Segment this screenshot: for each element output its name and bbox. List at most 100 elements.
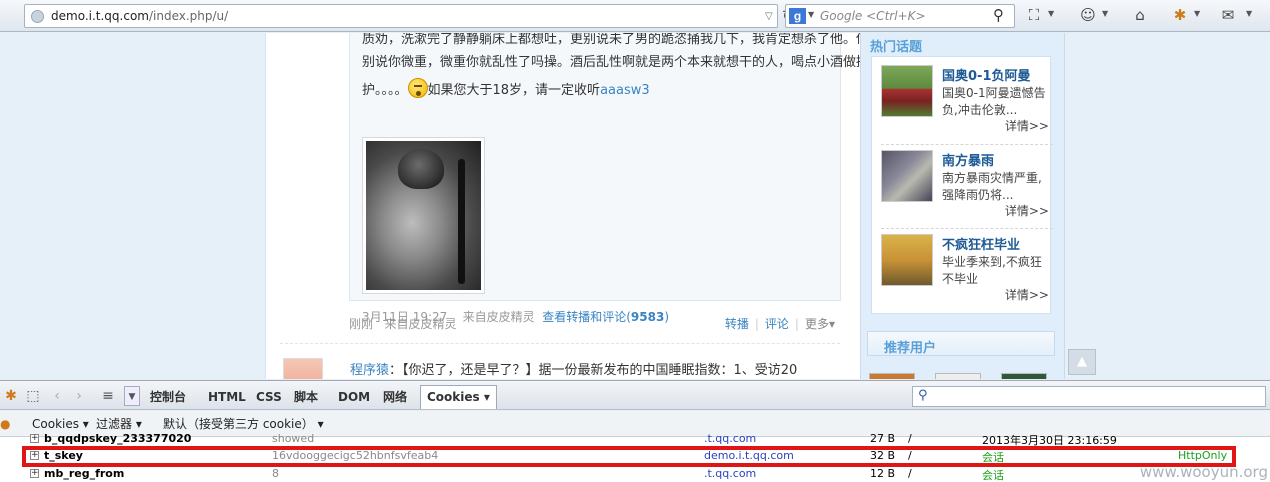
post-image[interactable] (362, 137, 485, 294)
cookie-domain: .t.qq.com (704, 467, 757, 480)
topic-summary: 南方暴雨灾情严重,强降雨仍将... (942, 171, 1042, 202)
table-row[interactable]: + mb_reg_from 8 .t.qq.com 12 B / 会话 (0, 466, 1270, 482)
topic-title[interactable]: 南方暴雨 (942, 150, 994, 169)
post-text-fragment: 护。。。。 (362, 83, 408, 98)
topic-summary: 毕业季来到,不疯狂不毕业 (942, 255, 1042, 286)
url-history-dropdown-icon[interactable]: ▽ (765, 11, 773, 22)
topic-title[interactable]: 不疯狂枉毕业 (942, 234, 1020, 253)
topic-thumbnail[interactable] (881, 234, 933, 286)
post-source: 刚刚 来自皮皮精灵 (349, 315, 456, 332)
url-text[interactable]: demo.i.t.qq.com/index.php/u/ (51, 9, 228, 23)
post-client: 来自皮皮精灵 (384, 317, 457, 331)
expand-icon[interactable]: + (30, 469, 39, 478)
topic-divider (881, 144, 1053, 145)
post-time[interactable]: 刚刚 (349, 317, 373, 331)
search-placeholder[interactable]: Google <Ctrl+K> (820, 9, 926, 23)
post-divider (280, 343, 840, 344)
post-text-line: 别说你微重，微重你就乱性了吗操。酒后乱性啊就是两个本来就想干的人，喝点小酒做摘 (362, 55, 870, 70)
next-post: 程序猿：【你迟了，还是早了？】据一份最新发布的中国睡眠指数：1、受访20 (266, 355, 861, 379)
forward-count: 9583 (630, 310, 665, 324)
post-actions: 转播 | 评论 | 更多▾ (724, 317, 835, 331)
hot-topics-title: 热门话题 (870, 40, 923, 55)
tab-dom[interactable]: DOM (334, 387, 374, 407)
inspect-icon[interactable]: ⬚ (24, 386, 42, 406)
cookie-domain: .t.qq.com (704, 432, 757, 445)
view-forwards-close: ) (664, 310, 670, 324)
tab-css[interactable]: CSS (252, 387, 286, 407)
url-path: /index.php/u/ (148, 9, 229, 23)
next-post-body: ：【你迟了，还是早了？】据一份最新发布的中国睡眠指数：1、受访20 (389, 363, 798, 378)
mail-icon[interactable]: ✉ (1218, 5, 1238, 25)
topic-details-link[interactable]: 详情>> (1005, 286, 1049, 303)
mention-link[interactable]: aaasw3 (600, 83, 650, 98)
watermark: www.wooyun.org (1139, 463, 1268, 481)
screenshot-icon[interactable]: ⛶ (1024, 5, 1044, 25)
firebug-search-input[interactable]: ⚲ (912, 386, 1266, 407)
chevron-down-icon[interactable]: ▼ (124, 386, 140, 406)
tab-html[interactable]: HTML (204, 387, 250, 407)
cookie-name: mb_reg_from (44, 467, 125, 480)
chevron-down-icon[interactable]: ▼ (1048, 9, 1054, 18)
helmet-shape (398, 149, 444, 189)
home-icon[interactable]: ⌂ (1130, 5, 1150, 25)
search-engine-icon[interactable]: g (789, 8, 806, 24)
author-link[interactable]: 程序猿 (350, 363, 389, 378)
back-to-top-button[interactable]: ▲ (1068, 349, 1096, 375)
baton-shape (458, 159, 465, 284)
topic-details-link[interactable]: 详情>> (1005, 202, 1049, 219)
browser-toolbar: demo.i.t.qq.com/index.php/u/ ▽ ↻ g ▼ Goo… (0, 0, 1270, 32)
addon-smiley-icon[interactable]: ☺ (1078, 5, 1098, 25)
chevron-down-icon[interactable]: ▼ (808, 10, 814, 19)
cookie-path: / (908, 467, 912, 480)
menu-icon[interactable]: ≡ (98, 386, 118, 406)
firebug-icon[interactable]: ✱ (1170, 5, 1190, 25)
view-forwards-label: 查看转播和评论( (542, 310, 631, 324)
forward-button[interactable]: 转播 (725, 317, 749, 331)
tab-cookies[interactable]: Cookies ▾ (420, 385, 497, 409)
address-bar[interactable]: demo.i.t.qq.com/index.php/u/ ▽ ↻ (24, 4, 795, 28)
chevron-down-icon[interactable]: ▼ (1194, 9, 1200, 18)
tab-console[interactable]: 控制台 (146, 387, 190, 407)
topic-details-link[interactable]: 详情>> (1005, 117, 1049, 134)
chevron-down-icon[interactable]: ▼ (1246, 9, 1252, 18)
forward-icon[interactable]: › (72, 386, 86, 406)
url-domain: demo.i.t.qq.com (51, 9, 149, 23)
next-post-text: 程序猿：【你迟了，还是早了？】据一份最新发布的中国睡眠指数：1、受访20 (350, 359, 797, 378)
cookie-expires: 会话 (982, 469, 1004, 482)
recommended-users-header: 推荐用户 (867, 331, 1055, 356)
topic-title[interactable]: 国奥0-1负阿曼 (942, 65, 1031, 84)
search-icon[interactable]: ⚲ (993, 6, 1004, 24)
quote-source: 来自皮皮精灵 (462, 310, 535, 324)
avatar[interactable] (935, 373, 981, 379)
cookie-size: 12 B (870, 467, 896, 480)
expand-icon[interactable]: + (30, 434, 39, 443)
back-icon[interactable]: ‹ (50, 386, 64, 406)
chevron-down-icon[interactable]: ▼ (1102, 9, 1108, 18)
topic-divider (881, 228, 1053, 229)
topic-item[interactable]: 不疯狂枉毕业 毕业季来到,不疯狂不毕业 详情>> (881, 234, 1053, 308)
quoted-post: 质劝，洗漱完了静静躺床上都想吐，更别说未了男的跪恣捅我几下，我肯定想杀了他。你 … (349, 33, 869, 324)
avatar[interactable] (1001, 373, 1047, 379)
avatar[interactable] (869, 373, 915, 379)
post-text-fragment: 如果您大于18岁，请一定收听 (427, 83, 601, 98)
view-forwards-link[interactable]: 查看转播和评论(9583) (542, 310, 669, 324)
search-box[interactable]: g ▼ Google <Ctrl+K> ⚲ (785, 4, 1015, 28)
avatar[interactable] (283, 358, 323, 379)
more-button[interactable]: 更多▾ (805, 317, 835, 331)
firebug-toolbar: ✱ ⬚ ‹ › ≡ ▼ 控制台 HTML CSS 脚本 DOM 网络 Cooki… (0, 380, 1270, 410)
firebug-icon[interactable]: ✱ (2, 386, 20, 406)
topic-item[interactable]: 国奥0-1负阿曼 国奥0-1阿曼遗憾告负,冲击伦敦... 详情>> (881, 65, 1053, 139)
tab-script[interactable]: 脚本 (290, 387, 322, 407)
tab-net[interactable]: 网络 (379, 387, 411, 407)
globe-icon (31, 10, 44, 23)
cookie-size: 27 B (870, 432, 896, 445)
topic-item[interactable]: 南方暴雨 南方暴雨灾情严重,强降雨仍将... 详情>> (881, 150, 1053, 224)
comment-button[interactable]: 评论 (765, 317, 789, 331)
topic-thumbnail[interactable] (881, 150, 933, 202)
post-photo (366, 141, 481, 290)
timeline-column: 质劝，洗漱完了静静躺床上都想吐，更别说未了男的跪恣捅我几下，我肯定想杀了他。你 … (265, 33, 869, 379)
sidebar: 热门话题 国奥0-1负阿曼 国奥0-1阿曼遗憾告负,冲击伦敦... 详情>> 南… (860, 33, 1065, 379)
cookie-value: 8 (272, 467, 279, 480)
topic-thumbnail[interactable] (881, 65, 933, 117)
table-row[interactable]: + b_qqdpskey_233377020 showed .t.qq.com … (0, 431, 1270, 447)
